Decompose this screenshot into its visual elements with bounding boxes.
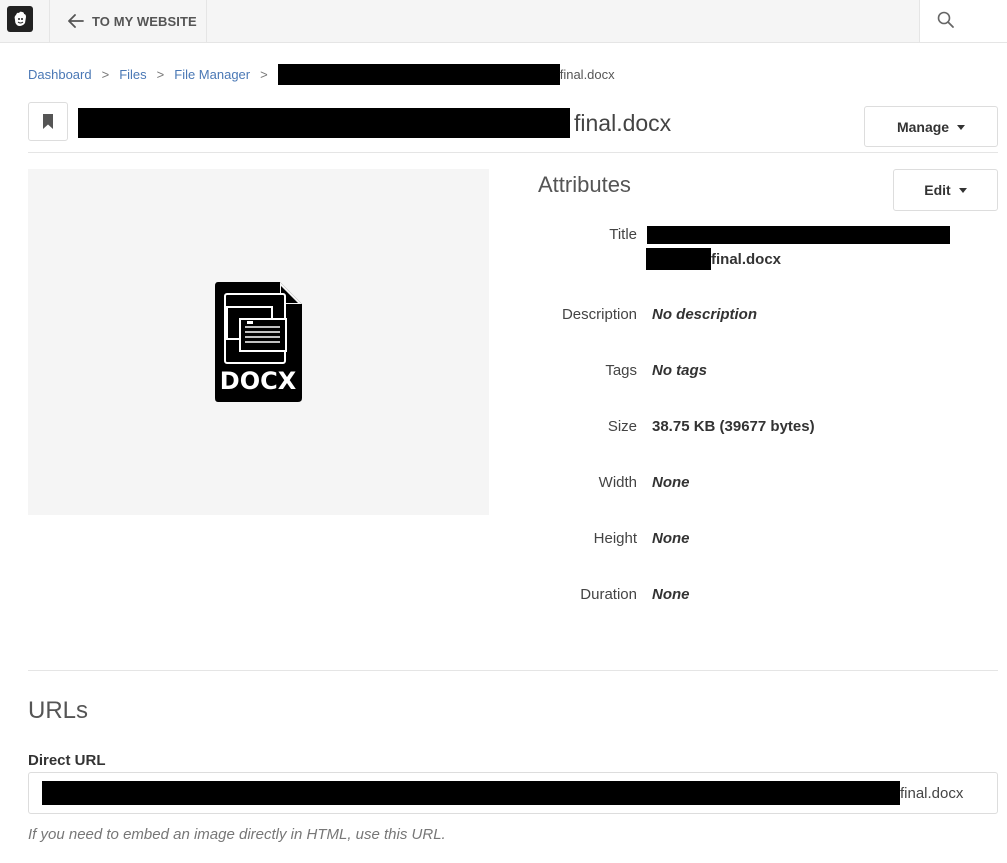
page-title-suffix: final.docx [574,109,672,136]
manage-button[interactable]: Manage [864,106,998,147]
attr-size-label: Size [607,418,637,435]
attr-title-suffix: final.docx [711,250,782,268]
direct-url-help: If you need to embed an image directly i… [28,826,446,843]
arrow-left-icon [68,14,84,28]
edit-button-label: Edit [924,182,951,198]
breadcrumb-separator: > [101,67,110,82]
file-preview: DOCX [28,169,489,515]
concrete-logo-icon[interactable] [7,6,33,32]
back-link-label: TO MY WEBSITE [92,13,197,29]
divider [28,152,998,153]
attr-size-value: 38.75 KB (39677 bytes) [652,418,815,435]
docx-file-icon: DOCX [215,282,302,402]
urls-heading: URLs [28,697,89,724]
breadcrumb-files[interactable]: Files [119,67,146,82]
divider [28,670,998,671]
caret-down-icon [957,124,966,130]
attr-width-label: Width [598,474,637,491]
bookmark-button[interactable] [28,102,68,141]
attr-width-value: None [652,474,690,491]
attr-title-label: Title [609,226,637,243]
attr-height-label: Height [593,530,637,547]
breadcrumb-dashboard[interactable]: Dashboard [28,67,92,82]
direct-url-label: Direct URL [28,752,106,769]
attr-description-label: Description [561,306,637,323]
attr-tags-value: No tags [652,362,708,379]
bookmark-icon [43,114,53,129]
breadcrumb-separator: > [260,67,268,82]
search-button[interactable] [919,0,1007,42]
breadcrumb-separator: > [156,67,165,82]
breadcrumb-file-manager[interactable]: File Manager [174,67,250,82]
breadcrumb: Dashboard > Files > File Manager > final… [28,64,615,85]
direct-url-suffix: final.docx [900,784,964,802]
breadcrumb-current-suffix: final.docx [559,67,615,82]
redacted-block [647,226,950,244]
attr-duration-label: Duration [580,586,637,603]
direct-url-field[interactable]: final.docx [28,772,998,814]
redacted-block [277,64,560,85]
attr-title-value: final.docx [646,248,781,270]
page-title: final.docx [78,108,671,138]
search-icon [937,11,954,28]
edit-button[interactable]: Edit [893,169,998,211]
attr-duration-value: None [652,586,690,603]
back-to-website-link[interactable]: TO MY WEBSITE [49,0,207,42]
caret-down-icon [958,188,967,193]
manage-button-label: Manage [896,118,950,135]
redacted-block [646,248,711,270]
attr-height-value: None [652,530,690,547]
top-toolbar: TO MY WEBSITE [0,0,1007,43]
breadcrumb-current: final.docx [277,64,615,85]
attributes-heading: Attributes [538,172,631,197]
redacted-block [42,781,900,805]
attr-tags-label: Tags [605,362,637,379]
docx-label: DOCX [220,367,297,395]
attr-description-value: No description [652,306,758,323]
redacted-block [78,108,570,138]
